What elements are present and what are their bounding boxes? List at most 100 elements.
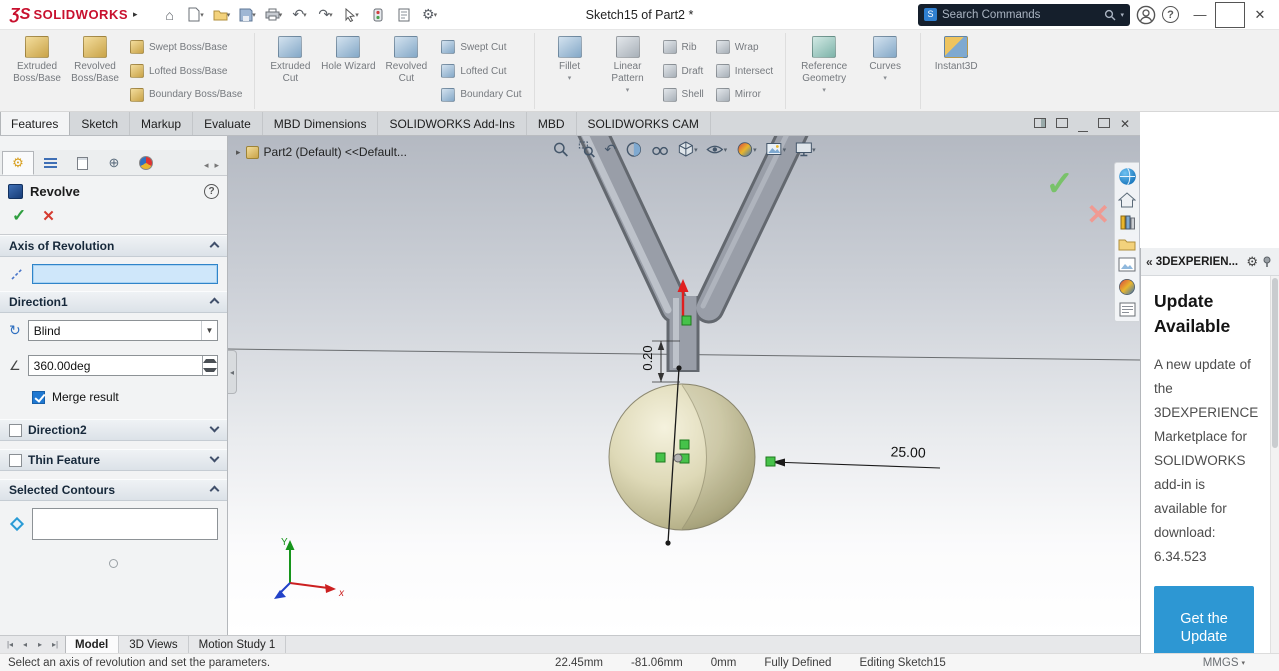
- task-pane-scrollbar[interactable]: [1270, 276, 1279, 671]
- axis-of-revolution-section-header[interactable]: Axis of Revolution: [0, 235, 227, 257]
- swept-cut-button[interactable]: Swept Cut: [437, 36, 525, 59]
- extruded-boss-base-button[interactable]: Extruded Boss/Base: [8, 33, 66, 109]
- linear-pattern-button[interactable]: Linear Pattern ▾: [599, 33, 657, 109]
- doc-restore-button[interactable]: [1097, 117, 1110, 131]
- mirror-button[interactable]: Mirror: [712, 83, 777, 106]
- cancel-button[interactable]: ✕: [42, 207, 55, 225]
- doc-minimize-button[interactable]: [1077, 117, 1088, 132]
- merge-result-checkbox[interactable]: [32, 390, 45, 404]
- chevron-down-icon[interactable]: ▾: [822, 86, 826, 94]
- home-tab-icon[interactable]: [1118, 192, 1136, 208]
- save-button[interactable]: ▾: [236, 3, 260, 27]
- pane-right-button[interactable]: [1055, 117, 1068, 131]
- selected-contours-section-header[interactable]: Selected Contours: [0, 479, 227, 501]
- gear-icon[interactable]: ⚙: [1246, 254, 1258, 270]
- breadcrumb[interactable]: ▸ Part2 (Default) <<Default...: [236, 145, 407, 159]
- zoom-fit-button[interactable]: [552, 141, 569, 158]
- close-button[interactable]: ✕: [1245, 2, 1275, 28]
- collapse-chevron-icon[interactable]: [209, 483, 220, 497]
- design-library-tab-icon[interactable]: [1119, 214, 1136, 231]
- options-button[interactable]: ⚙ ▾: [418, 3, 442, 27]
- hide-show-items-button[interactable]: ▾: [706, 141, 727, 158]
- chevron-down-icon[interactable]: ▾: [883, 74, 887, 82]
- zoom-area-button[interactable]: [578, 141, 595, 158]
- home-button[interactable]: ⌂: [158, 3, 182, 27]
- file-properties-button[interactable]: [392, 3, 416, 27]
- dynamic-annotation-button[interactable]: [651, 141, 668, 158]
- tube-geometry[interactable]: [577, 136, 809, 372]
- graphics-viewport[interactable]: 0.20 25.00 Y x ▸ Part2 (Default) <<Defau…: [228, 136, 1140, 635]
- file-explorer-tab-icon[interactable]: [1118, 237, 1136, 251]
- restore-button[interactable]: [1215, 1, 1245, 28]
- revolve-direction-icon[interactable]: ↻: [9, 322, 21, 339]
- instant3d-button[interactable]: Instant3D: [927, 33, 985, 109]
- panel-resize-handle[interactable]: [109, 559, 118, 568]
- appearances-tab-icon[interactable]: [1118, 278, 1136, 296]
- last-tab-button[interactable]: ▸|: [48, 640, 62, 649]
- minimize-button[interactable]: —: [1185, 2, 1215, 28]
- thin-feature-checkbox[interactable]: [9, 453, 22, 467]
- tab-configuration-manager[interactable]: [66, 151, 98, 175]
- tree-flyout-arrow-icon[interactable]: ▸: [236, 147, 241, 158]
- confirmation-ok-button[interactable]: ✓: [1046, 164, 1075, 204]
- thin-feature-section-header[interactable]: Thin Feature: [0, 449, 227, 471]
- ok-button[interactable]: ✓: [12, 206, 26, 226]
- chevron-down-icon[interactable]: ▼: [201, 321, 217, 340]
- dimension-25-00[interactable]: 25.00: [771, 443, 941, 469]
- direction2-checkbox[interactable]: [9, 423, 22, 437]
- intersect-button[interactable]: Intersect: [712, 60, 777, 83]
- select-button[interactable]: ▾: [340, 3, 364, 27]
- first-tab-button[interactable]: |◂: [3, 640, 17, 649]
- expand-chevron-icon[interactable]: [209, 422, 220, 437]
- lofted-boss-base-button[interactable]: Lofted Boss/Base: [126, 60, 246, 83]
- tab-display-manager[interactable]: [130, 151, 162, 175]
- previous-view-button[interactable]: ↶: [604, 141, 616, 158]
- wrap-button[interactable]: Wrap: [712, 36, 777, 59]
- undo-button[interactable]: ↶ ▾: [288, 3, 312, 27]
- boundary-boss-base-button[interactable]: Boundary Boss/Base: [126, 83, 246, 106]
- expand-chevron-icon[interactable]: [209, 452, 220, 467]
- swept-boss-base-button[interactable]: Swept Boss/Base: [126, 36, 246, 59]
- revolved-cut-button[interactable]: Revolved Cut: [377, 33, 435, 109]
- tab-evaluate[interactable]: Evaluate: [193, 112, 263, 135]
- draft-button[interactable]: Draft: [659, 60, 708, 83]
- tab-solidworks-add-ins[interactable]: SOLIDWORKS Add-Ins: [378, 112, 527, 135]
- chevron-down-icon[interactable]: ▾: [626, 86, 630, 94]
- help-button[interactable]: ?: [1162, 6, 1179, 23]
- tab-mbd-dimensions[interactable]: MBD Dimensions: [263, 112, 379, 135]
- contours-selection-list[interactable]: [32, 508, 218, 540]
- print-button[interactable]: ▾: [262, 3, 286, 27]
- tab-feature-manager-tree[interactable]: [34, 151, 66, 175]
- collapse-pane-icon[interactable]: «: [1146, 255, 1153, 269]
- new-document-button[interactable]: ▾: [184, 3, 208, 27]
- tab-solidworks-cam[interactable]: SOLIDWORKS CAM: [577, 112, 711, 135]
- angle-spinner[interactable]: 360.00deg: [27, 355, 218, 376]
- spin-up-button[interactable]: [203, 356, 217, 366]
- axis-selection-input[interactable]: [32, 264, 218, 284]
- prev-tab-button[interactable]: ◂: [18, 640, 32, 649]
- search-dropdown-icon[interactable]: ▾: [1120, 11, 1124, 19]
- tab-features[interactable]: Features: [0, 112, 71, 135]
- collapse-chevron-icon[interactable]: [209, 239, 220, 253]
- spin-down-button[interactable]: [203, 366, 217, 376]
- 3dexperience-tab-icon[interactable]: [1118, 167, 1137, 186]
- boundary-cut-button[interactable]: Boundary Cut: [437, 83, 525, 106]
- tab-property-manager[interactable]: ⚙: [2, 151, 34, 175]
- tab-motion-study-1[interactable]: Motion Study 1: [189, 636, 287, 653]
- tab-scroll-left-icon[interactable]: ◂: [204, 160, 209, 171]
- tab-sketch[interactable]: Sketch: [70, 112, 131, 135]
- doc-close-button[interactable]: ✕: [1120, 117, 1130, 131]
- pin-icon[interactable]: [1261, 255, 1274, 268]
- tab-3d-views[interactable]: 3D Views: [119, 636, 189, 653]
- section-view-button[interactable]: [625, 141, 642, 158]
- tab-scroll-right-icon[interactable]: ▸: [214, 160, 219, 171]
- tab-model[interactable]: Model: [65, 636, 120, 653]
- shell-button[interactable]: Shell: [659, 83, 708, 106]
- search-input[interactable]: [942, 8, 1100, 21]
- rib-button[interactable]: Rib: [659, 36, 708, 59]
- curves-button[interactable]: Curves ▾: [856, 33, 914, 109]
- pm-help-button[interactable]: ?: [204, 184, 219, 199]
- tab-markup[interactable]: Markup: [130, 112, 194, 135]
- custom-properties-tab-icon[interactable]: [1119, 302, 1136, 317]
- units-selector[interactable]: MMGS ▾: [1203, 657, 1245, 669]
